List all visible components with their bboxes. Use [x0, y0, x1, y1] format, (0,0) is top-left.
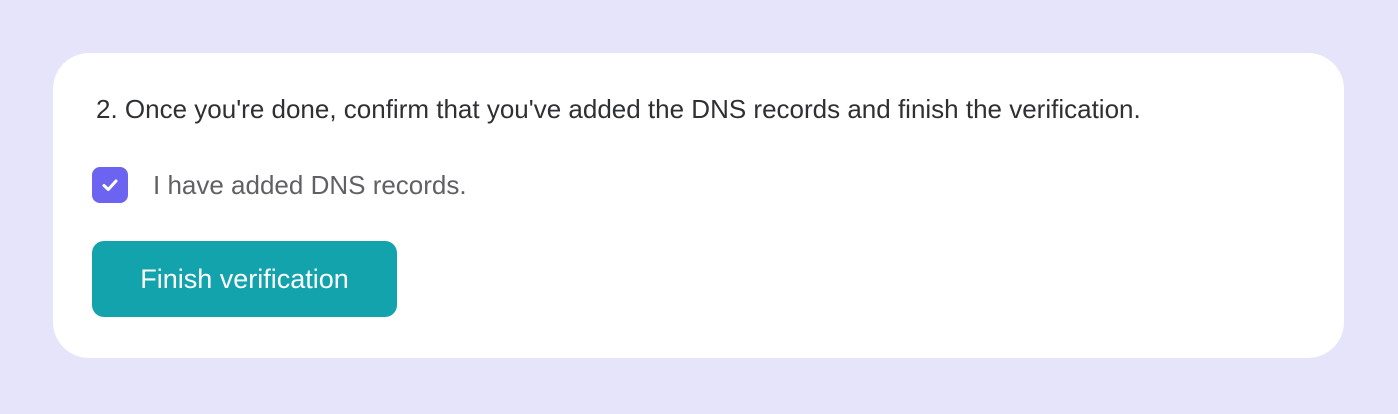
verification-card: 2. Once you're done, confirm that you've… — [53, 53, 1344, 358]
dns-confirm-label: I have added DNS records. — [153, 170, 467, 200]
step-instruction: 2. Once you're done, confirm that you've… — [96, 94, 1141, 124]
check-icon — [102, 179, 118, 191]
dns-confirm-row[interactable]: I have added DNS records. — [92, 167, 467, 203]
dns-confirm-checkbox[interactable] — [92, 167, 128, 203]
finish-verification-button[interactable]: Finish verification — [92, 241, 397, 317]
